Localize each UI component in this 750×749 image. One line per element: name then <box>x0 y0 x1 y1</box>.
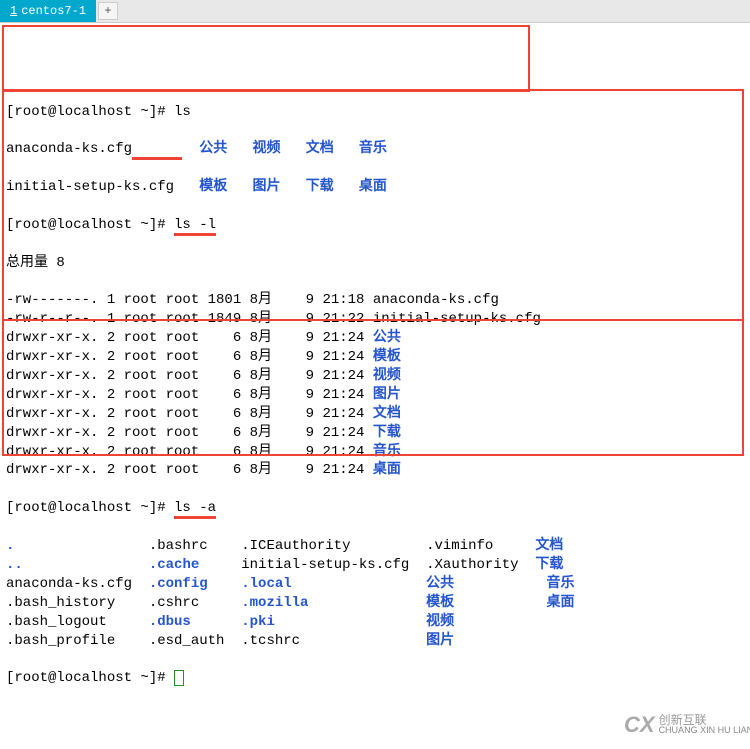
dir: 图片 <box>373 387 401 403</box>
prompt: [root@localhost ~]# <box>6 670 174 686</box>
dir: 文档 <box>306 141 334 157</box>
dir: 音乐 <box>373 444 401 460</box>
lsl-block: -rw-------. 1 root root 1801 8月 9 21:18 … <box>6 291 744 480</box>
logo-mark: CX <box>624 710 655 740</box>
file: initial-setup-ks.cfg <box>6 179 174 195</box>
dir: 图片 <box>426 633 454 649</box>
lsl-row: -rw-r--r--. 1 root root 1849 8月 9 21:22 … <box>6 310 744 329</box>
prompt: [root@localhost ~]# <box>6 500 174 516</box>
dir: . <box>6 538 14 554</box>
lsl-row: -rw-------. 1 root root 1801 8月 9 21:18 … <box>6 291 744 310</box>
dir: 音乐 <box>547 576 575 592</box>
dir: 桌面 <box>359 179 387 195</box>
dir: 音乐 <box>359 141 387 157</box>
prompt: [root@localhost ~]# <box>6 104 174 120</box>
lsl-row: drwxr-xr-x. 2 root root 6 8月 9 21:24 图片 <box>6 386 744 405</box>
cursor <box>174 670 184 686</box>
red-underline <box>132 141 182 160</box>
file: .bash_history <box>6 595 149 611</box>
tab-index: 1 <box>10 4 17 18</box>
highlight-box-1 <box>2 25 530 92</box>
line: [root@localhost ~]# ls <box>6 103 744 122</box>
dir: .mozilla <box>241 595 308 611</box>
lsl-row: drwxr-xr-x. 2 root root 6 8月 9 21:24 桌面 <box>6 461 744 480</box>
lsl-row: drwxr-xr-x. 2 root root 6 8月 9 21:24 音乐 <box>6 443 744 462</box>
lsl-row: drwxr-xr-x. 2 root root 6 8月 9 21:24 模板 <box>6 348 744 367</box>
dir: 公共 <box>373 330 401 346</box>
dir: 公共 <box>426 576 454 592</box>
dir: 文档 <box>535 538 563 554</box>
new-tab-button[interactable]: + <box>98 2 118 20</box>
file: .viminfo <box>426 538 535 554</box>
file: .bashrc <box>149 538 241 554</box>
file: anaconda-ks.cfg <box>373 292 499 308</box>
cmd-ls: ls <box>174 104 191 120</box>
lsa-row: anaconda-ks.cfg .config .local 公共 音乐 <box>6 575 744 594</box>
dir: 下载 <box>373 425 401 441</box>
line: 总用量 8 <box>6 254 744 273</box>
lsa-row: . .bashrc .ICEauthority .viminfo 文档 <box>6 537 744 556</box>
lsl-row: drwxr-xr-x. 2 root root 6 8月 9 21:24 视频 <box>6 367 744 386</box>
file: initial-setup-ks.cfg <box>373 311 541 327</box>
logo-en: CHUANG XIN HU LIAN <box>659 726 750 735</box>
file: anaconda-ks.cfg <box>6 141 132 157</box>
lsl-row: drwxr-xr-x. 2 root root 6 8月 9 21:24 下载 <box>6 424 744 443</box>
lsa-row: .bash_logout .dbus .pki 视频 <box>6 613 744 632</box>
dir: 视频 <box>373 368 401 384</box>
lsa-row: .. .cache initial-setup-ks.cfg .Xauthori… <box>6 556 744 575</box>
file: .tcshrc <box>241 633 426 649</box>
lsa-block: . .bashrc .ICEauthority .viminfo 文档.. .c… <box>6 537 744 650</box>
tab-centos[interactable]: 1 centos7-1 <box>0 0 96 22</box>
logo-cn: 创新互联 <box>659 714 750 726</box>
lsa-row: .bash_history .cshrc .mozilla 模板 桌面 <box>6 594 744 613</box>
dir: 模板 <box>426 595 454 611</box>
file: .bash_logout <box>6 614 149 630</box>
cmd-lsa: ls -a <box>174 500 216 519</box>
highlight-box-2 <box>2 89 744 321</box>
dir: 模板 <box>373 349 401 365</box>
dir: 下载 <box>306 179 334 195</box>
watermark-logo: CX 创新互联 CHUANG XIN HU LIAN <box>624 707 744 743</box>
file: anaconda-ks.cfg <box>6 576 149 592</box>
terminal-output[interactable]: [root@localhost ~]# ls anaconda-ks.cfg 公… <box>0 23 750 749</box>
file: .ICEauthority <box>241 538 426 554</box>
line: [root@localhost ~]# ls -l <box>6 216 744 235</box>
dir: 桌面 <box>547 595 575 611</box>
dir: 文档 <box>373 406 401 422</box>
dir: 模板 <box>199 179 227 195</box>
dir: .. <box>6 557 23 573</box>
file: initial-setup-ks.cfg <box>241 557 426 573</box>
prompt: [root@localhost ~]# <box>6 217 174 233</box>
dir: .local <box>241 576 291 592</box>
dir: 视频 <box>426 614 454 630</box>
tab-label: centos7-1 <box>21 4 86 18</box>
dir: .dbus <box>149 614 191 630</box>
dir: 图片 <box>252 179 280 195</box>
lsl-row: drwxr-xr-x. 2 root root 6 8月 9 21:24 文档 <box>6 405 744 424</box>
lsl-row: drwxr-xr-x. 2 root root 6 8月 9 21:24 公共 <box>6 329 744 348</box>
dir: .cache <box>149 557 199 573</box>
dir: .config <box>149 576 208 592</box>
line: initial-setup-ks.cfg 模板 图片 下载 桌面 <box>6 178 744 197</box>
file: .esd_auth <box>149 633 241 649</box>
dir: 下载 <box>535 557 563 573</box>
file: .cshrc <box>149 595 241 611</box>
line: [root@localhost ~]# ls -a <box>6 499 744 518</box>
dir: .pki <box>241 614 275 630</box>
cmd-lsl: ls -l <box>174 217 216 236</box>
file: .Xauthority <box>426 557 535 573</box>
dir: 公共 <box>199 141 227 157</box>
dir: 桌面 <box>373 462 401 478</box>
line: anaconda-ks.cfg 公共 视频 文档 音乐 <box>6 140 744 159</box>
file: .bash_profile <box>6 633 149 649</box>
line: [root@localhost ~]# <box>6 669 744 688</box>
tab-bar: 1 centos7-1 + <box>0 0 750 23</box>
dir: 视频 <box>252 141 280 157</box>
lsa-row: .bash_profile .esd_auth .tcshrc 图片 <box>6 632 744 651</box>
